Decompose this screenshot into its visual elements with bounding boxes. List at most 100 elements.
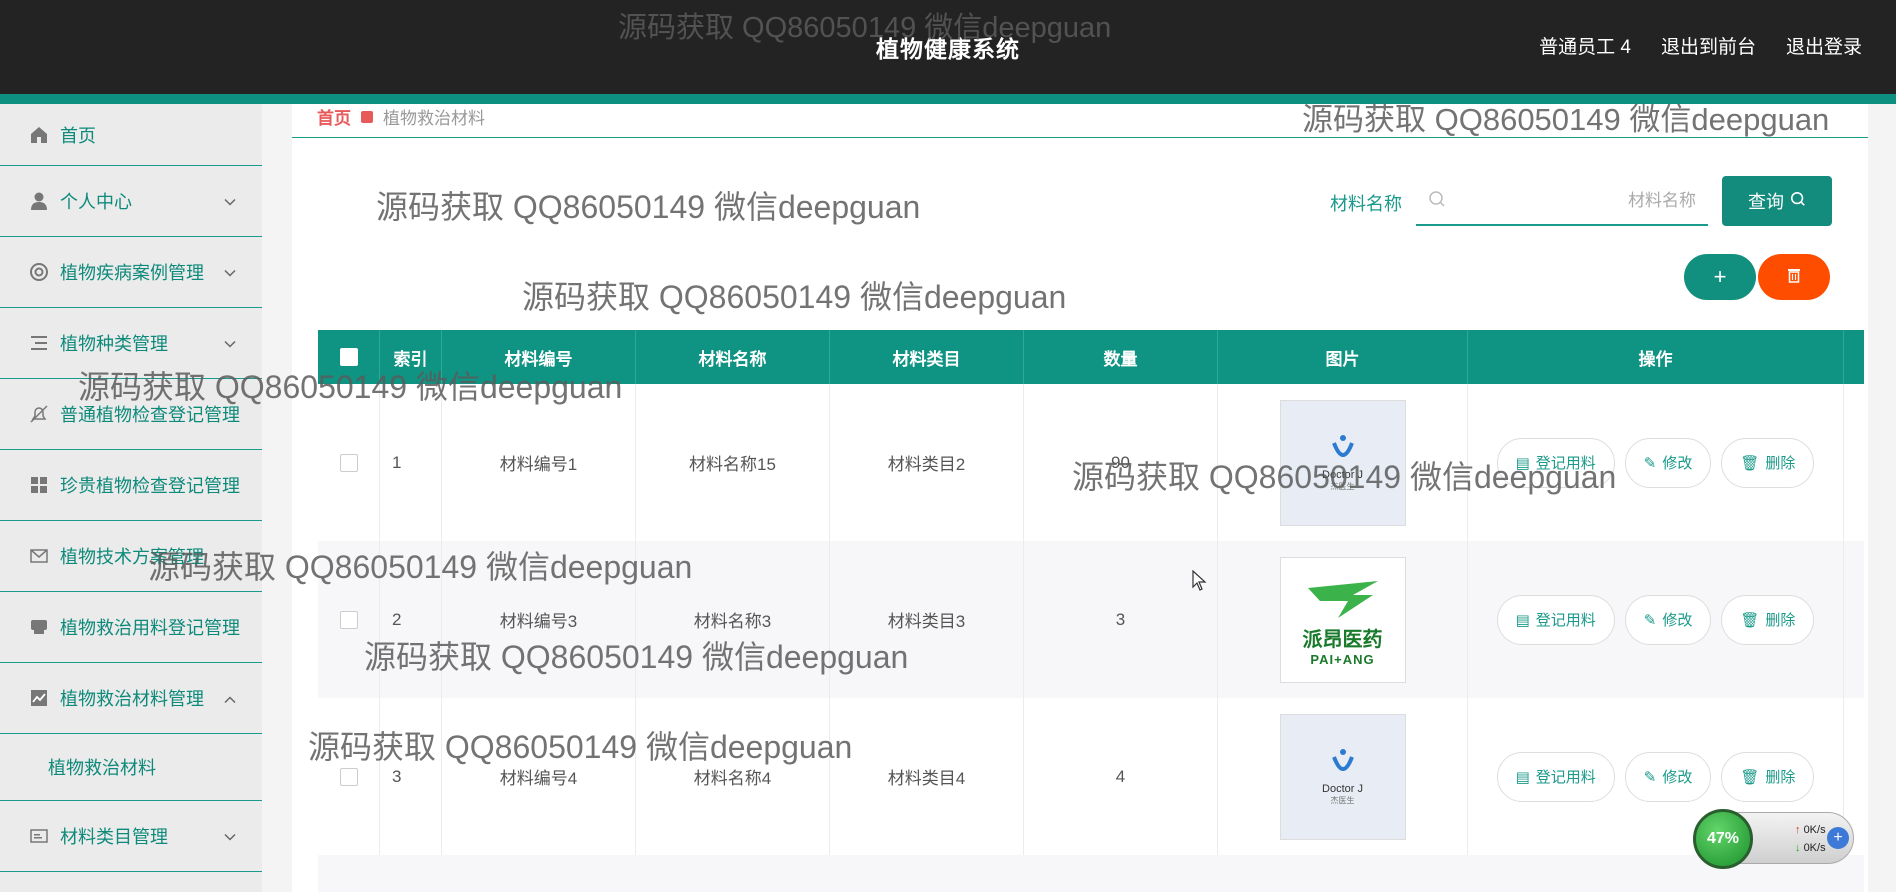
- chevron-down-icon: [224, 333, 236, 354]
- upload-arrow-icon: ↑: [1795, 824, 1801, 836]
- register-usage-label: 登记用料: [1535, 769, 1596, 786]
- logout-link[interactable]: 退出登录: [1786, 32, 1862, 59]
- column-header: 材料类目: [830, 330, 1024, 384]
- cell-actions: ▤ 登记用料 ✎ 修改 🗑 删除: [1468, 384, 1844, 541]
- breadcrumb-separator-icon: [361, 110, 373, 123]
- delete-button[interactable]: 🗑 删除: [1721, 437, 1815, 488]
- column-header: 操作: [1468, 330, 1844, 384]
- chevron-down-icon: [224, 262, 236, 283]
- sidebar-item-label: 植物疾病案例管理: [60, 263, 204, 283]
- bell-off-icon: [28, 403, 50, 425]
- header-links: 普通员工 4 退出到前台 退出登录: [1539, 32, 1896, 59]
- query-button[interactable]: 查询: [1722, 176, 1832, 226]
- sidebar-item-label: 植物救治材料管理: [60, 689, 204, 709]
- breadcrumb-trail: 首页 植物救治材料: [317, 104, 485, 129]
- logo-subtext: 杰医生: [1330, 482, 1355, 491]
- widget-plus-icon[interactable]: +: [1827, 827, 1849, 849]
- cell-category: 材料类目3: [830, 541, 1024, 698]
- sidebar-subitem-materials[interactable]: 植物救治材料: [0, 734, 262, 801]
- register-usage-label: 登记用料: [1535, 455, 1596, 472]
- column-header: 索引: [380, 330, 442, 384]
- edit-button[interactable]: ✎ 修改: [1624, 594, 1712, 645]
- cell-category: 材料类目4: [830, 698, 1024, 855]
- search-input[interactable]: [1456, 184, 1696, 218]
- trash-icon: [1787, 267, 1801, 288]
- sidebar-subitem-label: 植物救治材料: [48, 758, 156, 778]
- sidebar-item-normal-check[interactable]: 普通植物检查登记管理: [0, 379, 262, 450]
- user-name[interactable]: 普通员工 4: [1539, 32, 1631, 59]
- add-button[interactable]: +: [1684, 254, 1756, 300]
- column-header: 数量: [1024, 330, 1218, 384]
- grid-icon: [28, 474, 50, 496]
- cell-actions: ▤ 登记用料 ✎ 修改 🗑 删除: [1468, 541, 1844, 698]
- plus-icon: +: [1713, 264, 1727, 289]
- sidebar-item-tech-plan[interactable]: 植物技术方案管理: [0, 521, 262, 592]
- download-arrow-icon: ↓: [1795, 842, 1801, 854]
- table-row: 2 材料编号3 材料名称3 材料类目3 3 派昂医药 PAI+ANG ▤ 登记用料…: [318, 541, 1864, 698]
- row-select-cell: [318, 698, 380, 855]
- sidebar-item-personal[interactable]: 个人中心: [0, 166, 262, 237]
- sidebar-item-home[interactable]: 首页: [0, 104, 262, 166]
- sidebar-item-label: 材料类目管理: [60, 827, 168, 847]
- paiang-logo[interactable]: 派昂医药 PAI+ANG: [1279, 556, 1406, 683]
- trash-icon: 🗑: [1740, 454, 1760, 472]
- register-usage-button[interactable]: ▤ 登记用料: [1496, 751, 1615, 802]
- chevron-down-icon: [224, 191, 236, 212]
- doctor-j-logo[interactable]: Doctor J 杰医生: [1279, 399, 1406, 526]
- chevron-down-icon: [224, 826, 236, 847]
- sidebar-item-usage-register[interactable]: 植物救治用料登记管理: [0, 592, 262, 663]
- cell-no: 材料编号3: [442, 541, 636, 698]
- to-front-link[interactable]: 退出到前台: [1661, 32, 1756, 59]
- cell-index: 2: [380, 541, 442, 698]
- header-accent-stripe: [0, 94, 1896, 104]
- main-content: 首页 植物救治材料 材料名称 查询 + 索引 材料编号 材料名称 材料类目 数量…: [292, 104, 1868, 892]
- sidebar-item-rare-check[interactable]: 珍贵植物检查登记管理: [0, 450, 262, 521]
- breadcrumb-current: 植物救治材料: [383, 109, 485, 128]
- sidebar-item-category[interactable]: 材料类目管理: [0, 801, 262, 872]
- edit-button[interactable]: ✎ 修改: [1624, 437, 1712, 488]
- logo-en-text: PAI+ANG: [1310, 651, 1375, 667]
- top-bar: 植物健康系统 普通员工 4 退出到前台 退出登录: [0, 0, 1896, 94]
- sidebar-item-label: 植物技术方案管理: [60, 547, 204, 567]
- sidebar-item-label: 个人中心: [60, 192, 132, 212]
- select-all-checkbox[interactable]: [339, 348, 358, 366]
- lifebuoy-icon: [28, 261, 50, 283]
- delete-button[interactable]: 🗑 删除: [1721, 594, 1815, 645]
- logo-subtext: 杰医生: [1330, 796, 1355, 805]
- list-icon: [28, 332, 50, 354]
- mail-icon: [28, 545, 50, 567]
- sidebar-item-disease-cases[interactable]: 植物疾病案例管理: [0, 237, 262, 308]
- sidebar-item-label: 首页: [60, 125, 96, 146]
- paiang-wing-icon: [1307, 580, 1378, 618]
- column-header: 材料名称: [636, 330, 830, 384]
- row-checkbox[interactable]: [339, 767, 358, 786]
- cell-category: 材料类目2: [830, 384, 1024, 541]
- delete-button[interactable]: 🗑 删除: [1721, 751, 1815, 802]
- edit-label: 修改: [1662, 769, 1693, 786]
- register-usage-button[interactable]: ▤ 登记用料: [1496, 594, 1615, 645]
- column-header: 图片: [1218, 330, 1468, 384]
- edit-button[interactable]: ✎ 修改: [1624, 751, 1712, 802]
- row-checkbox[interactable]: [339, 610, 358, 629]
- chart-icon: [28, 687, 50, 709]
- sidebar-item-materials[interactable]: 植物救治材料管理: [0, 663, 262, 734]
- sidebar: 首页 个人中心 植物疾病案例管理 植物种类管理 普通植物检查登记管理 珍贵植物检…: [0, 104, 262, 892]
- cell-image: Doctor J 杰医生: [1218, 384, 1468, 541]
- row-checkbox[interactable]: [339, 453, 358, 472]
- search-label: 材料名称: [1330, 194, 1402, 214]
- sidebar-item-label: 普通植物检查登记管理: [60, 405, 240, 425]
- cpu-gauge: 47%: [1693, 809, 1753, 869]
- network-speed-widget[interactable]: 47% ↑ 0K/s ↓ 0K/s +: [1693, 809, 1854, 869]
- row-select-cell: [318, 384, 380, 541]
- user-icon: [28, 190, 50, 212]
- delete-label: 删除: [1765, 455, 1796, 472]
- mouse-cursor-icon: [1192, 569, 1208, 597]
- cell-image: Doctor J 杰医生: [1218, 698, 1468, 855]
- sidebar-item-species[interactable]: 植物种类管理: [0, 308, 262, 379]
- breadcrumb-home[interactable]: 首页: [317, 104, 351, 129]
- batch-delete-button[interactable]: [1758, 254, 1830, 300]
- register-usage-button[interactable]: ▤ 登记用料: [1496, 437, 1615, 488]
- logo-text: Doctor J: [1322, 783, 1363, 795]
- search-icon: [1428, 190, 1446, 213]
- doctor-j-logo[interactable]: Doctor J 杰医生: [1279, 713, 1406, 840]
